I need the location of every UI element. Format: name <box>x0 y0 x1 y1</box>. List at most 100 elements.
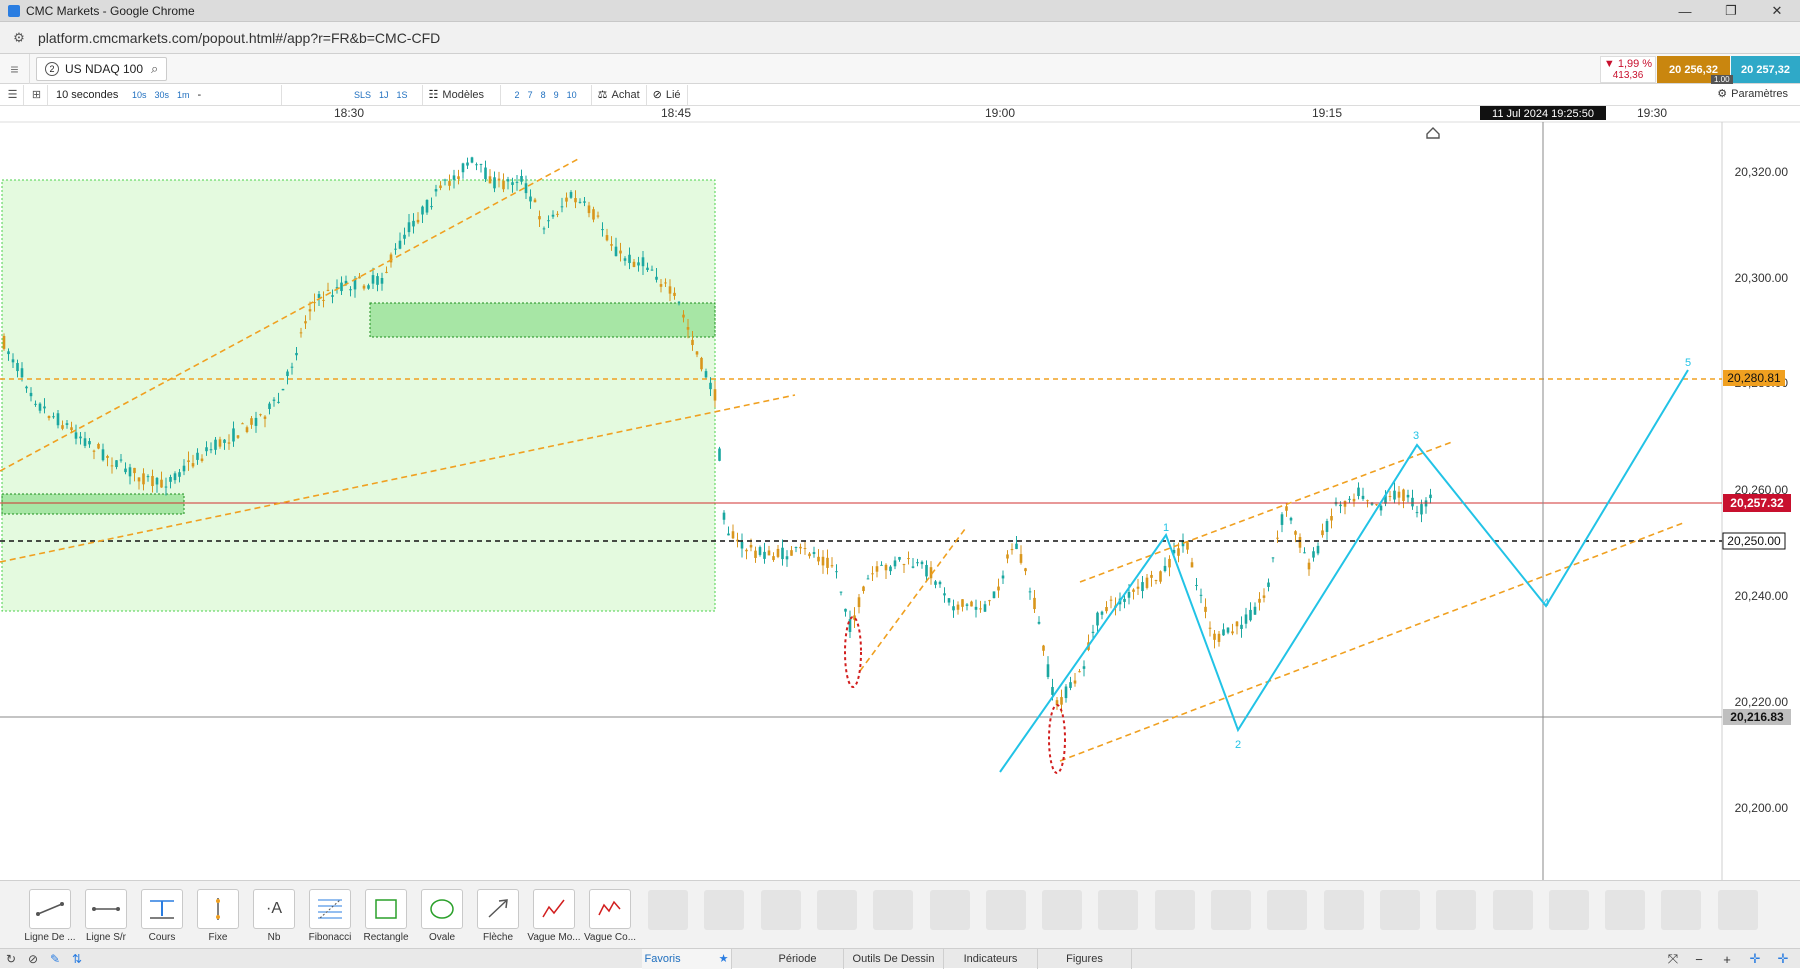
candle-body <box>151 475 154 487</box>
candle-body <box>524 183 528 194</box>
tool-text[interactable]: ·A Nb <box>246 889 302 943</box>
crosshair-icon[interactable]: ✛ <box>1742 949 1768 969</box>
tab-drawing-tools[interactable]: Outils De Dessin <box>844 948 944 969</box>
tab-period[interactable]: Période <box>752 948 844 969</box>
tab-indicators[interactable]: Indicateurs <box>944 948 1038 969</box>
link-button[interactable]: ⊘ Lié <box>647 84 688 105</box>
empty-tool-slot[interactable] <box>1661 890 1702 930</box>
tool-fixed-line[interactable]: Fixe <box>190 889 246 943</box>
empty-tool-slot[interactable] <box>1492 890 1533 930</box>
interval-10s[interactable]: 10s <box>132 90 147 100</box>
green-zone-upper[interactable] <box>369 302 716 338</box>
buy-price-button[interactable]: 20 257,32 <box>1731 56 1800 83</box>
candle-body <box>767 550 771 556</box>
empty-tool-slot[interactable] <box>1211 890 1251 930</box>
range-sls[interactable]: SLS <box>354 90 371 100</box>
buy-button[interactable]: ⚖ Achat <box>592 84 647 105</box>
num-7[interactable]: 7 <box>528 90 533 100</box>
candle-body <box>583 201 586 203</box>
tool-arrow[interactable]: Flèche <box>470 889 526 943</box>
empty-tool-slot[interactable] <box>1323 890 1364 930</box>
instrument-tab[interactable]: 2 US NDAQ 100 ⌕ <box>36 56 168 81</box>
empty-tool-slot[interactable] <box>1267 890 1308 930</box>
close-icon[interactable]: ✕ <box>1754 0 1800 22</box>
green-zone-large[interactable] <box>1 179 716 612</box>
magnet-icon[interactable]: ⇅ <box>66 949 88 969</box>
red-oval-marker[interactable] <box>844 616 862 688</box>
minimize-icon[interactable]: — <box>1662 0 1708 22</box>
price-chart[interactable]: 18:30 18:45 19:00 19:15 19:30 11 Jul 202… <box>0 106 1800 880</box>
num-2[interactable]: 2 <box>515 90 520 100</box>
tool-fibonacci[interactable]: Fibonacci <box>302 889 358 943</box>
empty-tool-slot[interactable] <box>1605 890 1646 930</box>
price-change-box: ▼ 1,99 % 413,36 <box>1600 56 1656 83</box>
pencil-icon[interactable]: ✎ <box>44 949 66 969</box>
candle-body <box>92 450 96 452</box>
tool-corrective-wave[interactable]: Vague Co... <box>582 889 638 943</box>
range-1j[interactable]: 1J <box>379 90 389 100</box>
candle-body <box>7 351 10 355</box>
empty-tool-slot[interactable] <box>1548 890 1589 930</box>
num-10[interactable]: 10 <box>567 90 577 100</box>
empty-tool-slot[interactable] <box>1379 890 1420 930</box>
candle-body <box>871 573 874 575</box>
candle-body <box>169 476 172 482</box>
templates-button[interactable]: ☷ Modèles <box>423 84 501 105</box>
empty-tool-slot[interactable] <box>648 890 688 930</box>
tool-price-line[interactable]: Cours <box>134 889 190 943</box>
empty-tool-slot[interactable] <box>929 890 970 930</box>
empty-tool-slot[interactable] <box>1042 890 1083 930</box>
tool-label: Fixe <box>208 932 228 943</box>
interval-30s[interactable]: 30s <box>155 90 170 100</box>
candle-body <box>97 443 100 449</box>
interval-dash[interactable]: - <box>198 89 202 101</box>
menu-icon[interactable]: ≡ <box>0 53 30 84</box>
tool-trend-line[interactable]: Ligne De ... <box>22 889 78 943</box>
num-8[interactable]: 8 <box>541 90 546 100</box>
restore-icon[interactable]: ❐ <box>1708 0 1754 22</box>
bell-icon[interactable] <box>1426 127 1440 139</box>
url-text[interactable]: platform.cmcmarkets.com/popout.html#/app… <box>38 30 440 46</box>
empty-tool-slot[interactable] <box>816 890 857 930</box>
interval-1m[interactable]: 1m <box>177 90 190 100</box>
refresh-icon[interactable]: ↻ <box>0 949 22 969</box>
empty-tool-slot[interactable] <box>1154 890 1195 930</box>
red-oval-marker[interactable] <box>1048 704 1066 774</box>
block-icon[interactable]: ⊘ <box>22 949 44 969</box>
tool-sr-line[interactable]: Ligne S/r <box>78 889 134 943</box>
candle-body <box>488 176 492 184</box>
empty-tool-slot[interactable] <box>704 890 745 930</box>
site-settings-icon[interactable]: ⚙ <box>10 30 28 45</box>
chart-area[interactable]: 18:30 18:45 19:00 19:15 19:30 11 Jul 202… <box>0 106 1800 880</box>
tool-rectangle[interactable]: Rectangle <box>358 889 414 943</box>
empty-tool-slot[interactable] <box>985 890 1026 930</box>
candle-body <box>1136 586 1140 589</box>
candle-body <box>1280 514 1284 525</box>
interval-select[interactable]: 10 secondes 10s 30s 1m - <box>54 84 282 105</box>
candle-body <box>2 336 6 349</box>
arrow-icon <box>488 899 508 918</box>
empty-tool-slot[interactable] <box>873 890 914 930</box>
tool-motive-wave[interactable]: Vague Mo... <box>526 889 582 943</box>
crosshair-mode-icon[interactable]: ✛ <box>1770 949 1796 969</box>
search-icon[interactable]: ⌕ <box>151 61 158 77</box>
empty-tool-slot[interactable] <box>760 890 801 930</box>
num-9[interactable]: 9 <box>554 90 559 100</box>
empty-tool-slot[interactable] <box>1717 890 1758 930</box>
layout-icon[interactable]: ⊞ <box>26 84 48 105</box>
tab-favorites[interactable]: Favoris ★ <box>642 948 732 969</box>
candle-body <box>677 301 681 303</box>
tab-figures[interactable]: Figures <box>1038 948 1132 969</box>
range-1s[interactable]: 1S <box>397 90 408 100</box>
empty-tool-slot[interactable] <box>1436 890 1477 930</box>
empty-tool-slot[interactable] <box>1098 890 1139 930</box>
move-icon[interactable]: ⤧ <box>1660 949 1686 969</box>
settings-button[interactable]: ⚙ Paramètres <box>1717 87 1788 101</box>
zoom-out-icon[interactable]: − <box>1686 949 1712 969</box>
elliott-wave-line[interactable] <box>999 369 1689 773</box>
zoom-in-icon[interactable]: + <box>1714 949 1740 969</box>
tool-oval[interactable]: Ovale <box>414 889 470 943</box>
candle-body <box>43 406 46 409</box>
list-icon[interactable]: ☰ <box>2 84 24 105</box>
green-zone-lower[interactable] <box>1 493 185 515</box>
